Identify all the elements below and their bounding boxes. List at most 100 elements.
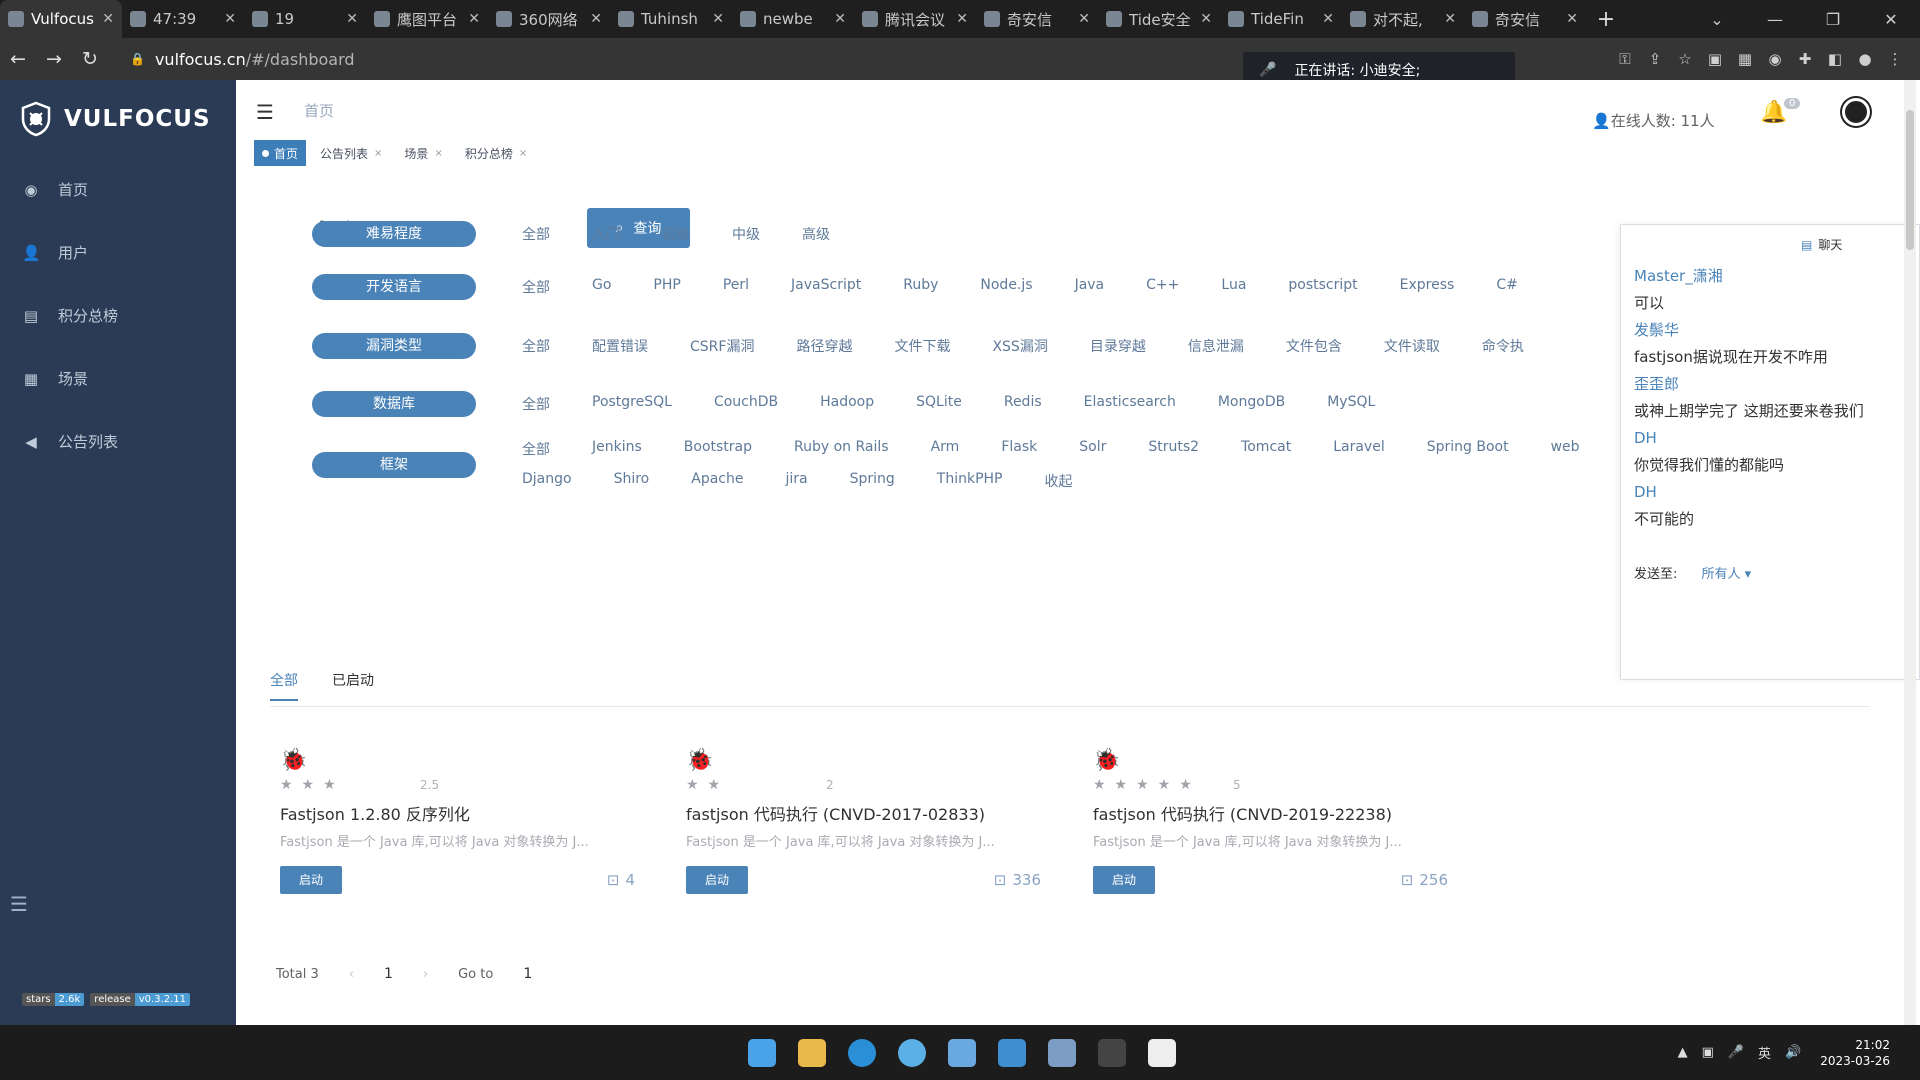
edge-icon[interactable] <box>848 1039 876 1067</box>
filter-option[interactable]: Shiro <box>614 471 650 491</box>
filter-option[interactable]: 命令执 <box>1482 336 1524 356</box>
close-tab-icon[interactable]: ✕ <box>224 11 236 27</box>
chat-user[interactable]: 歪歪郎 <box>1634 371 1919 398</box>
repo-badge[interactable]: release v0.3.2.11 <box>90 993 191 1006</box>
chrome-icon[interactable] <box>898 1039 926 1067</box>
page-scrollbar[interactable] <box>1904 80 1916 1025</box>
filter-option[interactable]: Arm <box>931 439 960 459</box>
sidepanel-icon[interactable]: ◧ <box>1820 50 1850 68</box>
start-button[interactable]: 启动 <box>280 866 342 894</box>
filter-option[interactable]: PHP <box>653 277 680 297</box>
filter-option[interactable]: 路径穿越 <box>796 336 852 356</box>
share-icon[interactable]: ⇪ <box>1640 50 1670 68</box>
filter-option[interactable]: 入门 <box>592 224 620 244</box>
close-tab-icon[interactable]: ✕ <box>956 11 968 27</box>
result-tab[interactable]: 已启动 <box>332 670 374 701</box>
send-to-select[interactable]: 所有人 ▾ <box>1702 567 1752 582</box>
close-tab-icon[interactable]: ✕ <box>1566 11 1578 27</box>
tag-item[interactable]: 首页 <box>254 140 307 166</box>
filter-option[interactable]: 全部 <box>522 394 550 414</box>
tag-item[interactable]: 积分总榜 × <box>456 140 536 166</box>
app-icon[interactable] <box>998 1039 1026 1067</box>
filter-option[interactable]: 文件下载 <box>894 336 950 356</box>
filter-option[interactable]: Laravel <box>1333 439 1385 459</box>
sidebar-item[interactable]: 👤 用户 <box>0 221 236 284</box>
avatar[interactable] <box>1842 98 1870 126</box>
close-window-button[interactable]: ✕ <box>1862 10 1920 29</box>
filter-option[interactable]: 信息泄漏 <box>1188 336 1244 356</box>
browser-tab[interactable]: 奇安信 ✕ <box>976 0 1098 38</box>
filter-option[interactable]: 全部 <box>522 439 550 459</box>
browser-tab[interactable]: 鹰图平台 ✕ <box>366 0 488 38</box>
extension-icon[interactable]: ◉ <box>1760 50 1790 68</box>
filter-option[interactable]: Redis <box>1004 394 1042 414</box>
filter-option[interactable]: JavaScript <box>791 277 861 297</box>
filter-option[interactable]: Jenkins <box>592 439 642 459</box>
filter-option[interactable]: jira <box>785 471 807 491</box>
puzzle-icon[interactable]: ✚ <box>1790 50 1820 68</box>
filter-option[interactable]: Django <box>522 471 572 491</box>
card-title[interactable]: fastjson 代码执行 (CNVD-2019-22238) <box>1093 801 1493 825</box>
typora-icon[interactable] <box>1148 1039 1176 1067</box>
tag-item[interactable]: 公告列表 × <box>312 140 391 166</box>
start-menu-icon[interactable] <box>748 1039 776 1067</box>
filter-option[interactable]: Perl <box>723 277 749 297</box>
extension-icon[interactable]: ▦ <box>1730 50 1760 68</box>
terminal-icon[interactable] <box>1098 1039 1126 1067</box>
hamburger-icon[interactable]: ☰ <box>256 100 274 124</box>
reload-button[interactable]: ↻ <box>72 48 108 70</box>
chat-user[interactable]: 发鬃华 <box>1634 317 1919 344</box>
app-icon[interactable] <box>1048 1039 1076 1067</box>
close-tab-icon[interactable]: ✕ <box>1200 11 1212 27</box>
clock[interactable]: 21:02 2023-03-26 <box>1820 1037 1890 1069</box>
app-icon[interactable] <box>948 1039 976 1067</box>
filter-option[interactable]: Node.js <box>980 277 1032 297</box>
back-button[interactable]: ← <box>0 48 36 70</box>
filter-option[interactable]: PostgreSQL <box>592 394 672 414</box>
filter-option[interactable]: 全部 <box>522 277 550 297</box>
filter-option[interactable]: 收起 <box>1045 471 1073 491</box>
close-tab-icon[interactable]: ✕ <box>590 11 602 27</box>
filter-option[interactable]: 全部 <box>522 336 550 356</box>
filter-option[interactable]: 初级 <box>662 224 690 244</box>
browser-tab[interactable]: 47:39 ✕ <box>122 0 244 38</box>
filter-option[interactable]: Flask <box>1001 439 1037 459</box>
filter-option[interactable]: CouchDB <box>714 394 778 414</box>
card-title[interactable]: Fastjson 1.2.80 反序列化 <box>280 801 680 825</box>
filter-option[interactable]: Hadoop <box>820 394 874 414</box>
filter-option[interactable]: Express <box>1400 277 1455 297</box>
filter-option[interactable]: 高级 <box>802 224 830 244</box>
breadcrumb[interactable]: 首页 <box>304 100 334 121</box>
close-tab-icon[interactable]: ✕ <box>468 11 480 27</box>
sidebar-item[interactable]: ◀ 公告列表 <box>0 410 236 473</box>
close-tab-icon[interactable]: ✕ <box>1078 11 1090 27</box>
microphone-icon[interactable]: 🎤 <box>1728 1045 1744 1060</box>
filter-option[interactable]: 文件包含 <box>1286 336 1342 356</box>
filter-option[interactable]: Lua <box>1221 277 1246 297</box>
start-button[interactable]: 启动 <box>1093 866 1155 894</box>
filter-option[interactable]: C# <box>1496 277 1518 297</box>
chat-user[interactable]: DH <box>1634 479 1919 506</box>
file-explorer-icon[interactable] <box>798 1039 826 1067</box>
filter-option[interactable]: 配置错误 <box>592 336 648 356</box>
close-tab-icon[interactable]: ✕ <box>102 11 114 27</box>
filter-option[interactable]: MongoDB <box>1218 394 1285 414</box>
minimize-button[interactable]: — <box>1746 10 1804 29</box>
filter-option[interactable]: Go <box>592 277 611 297</box>
prev-page-button[interactable]: ‹ <box>349 967 354 982</box>
card-title[interactable]: fastjson 代码执行 (CNVD-2017-02833) <box>686 801 1086 825</box>
tab-search-icon[interactable]: ⌄ <box>1688 10 1746 29</box>
maximize-button[interactable]: ❐ <box>1804 10 1862 29</box>
volume-icon[interactable]: 🔊 <box>1785 1045 1801 1060</box>
filter-option[interactable]: Spring <box>850 471 895 491</box>
filter-option[interactable]: Tomcat <box>1241 439 1291 459</box>
close-tab-icon[interactable]: ✕ <box>1322 11 1334 27</box>
chat-user[interactable]: Master_潇湘 <box>1634 263 1919 290</box>
star-icon[interactable]: ☆ <box>1670 50 1700 68</box>
filter-option[interactable]: Spring Boot <box>1427 439 1509 459</box>
scrollbar-thumb[interactable] <box>1906 110 1914 250</box>
close-tab-icon[interactable]: ✕ <box>1444 11 1456 27</box>
extension-icon[interactable]: ▣ <box>1700 50 1730 68</box>
tag-close-icon[interactable]: × <box>519 148 527 159</box>
sidebar-item[interactable]: ▦ 场景 <box>0 347 236 410</box>
